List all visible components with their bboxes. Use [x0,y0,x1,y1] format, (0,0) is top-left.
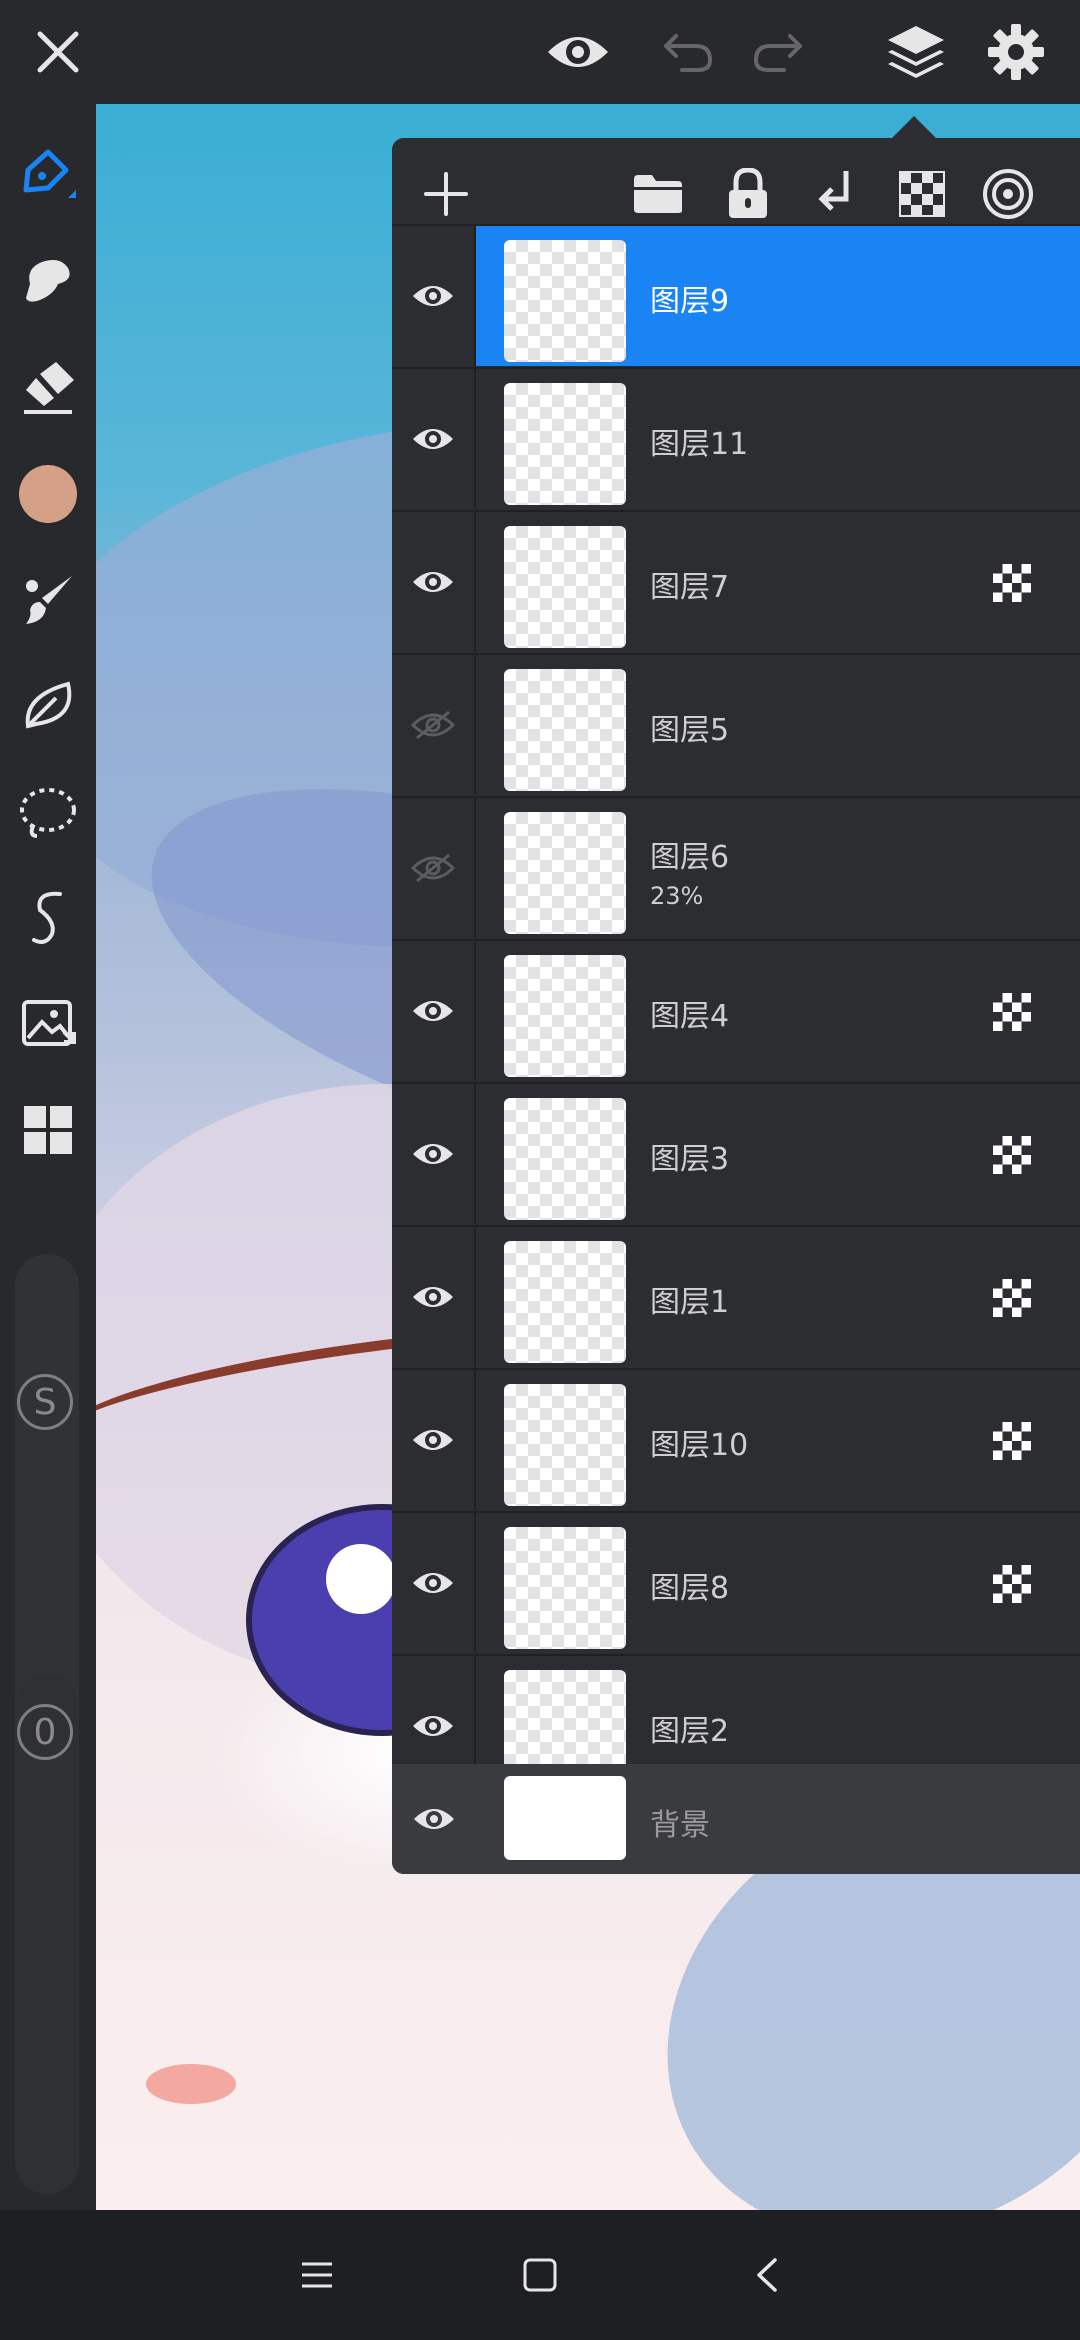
curve-icon[interactable] [14,884,82,952]
eye-icon[interactable] [392,941,476,1081]
layers-icon[interactable] [882,18,950,86]
eye-icon[interactable] [392,1227,476,1367]
eye-hidden-icon[interactable] [392,655,476,795]
clipping-mask-icon[interactable] [992,1564,1032,1604]
layer-thumbnail [504,1098,626,1220]
layer-thumbnail [504,1527,626,1649]
layer-thumbnail [504,1776,626,1860]
layer-row[interactable]: 图层5 [392,653,1080,795]
eye-icon[interactable] [392,369,476,509]
add-icon[interactable] [414,162,478,226]
layer-thumbnail [504,1241,626,1363]
system-navbar [0,2210,1080,2340]
eye-icon[interactable] [392,1370,476,1510]
target-icon[interactable] [976,162,1040,226]
layer-row-background[interactable]: 背景 [392,1764,1080,1874]
undo-icon[interactable] [654,18,722,86]
eye-icon[interactable] [392,1764,476,1874]
clipping-mask-icon[interactable] [992,1278,1032,1318]
layer-row[interactable]: 图层4 [392,939,1080,1081]
clipping-mask-icon[interactable] [992,563,1032,603]
clipping-mask-icon[interactable] [992,1135,1032,1175]
eye-icon[interactable] [392,1084,476,1224]
brush-icon[interactable] [14,566,82,634]
layer-row[interactable]: 图层7 [392,510,1080,652]
canvas-artwork [326,1544,396,1614]
leaf-icon[interactable] [14,672,82,740]
image-import-icon[interactable] [14,990,82,1058]
layer-row[interactable]: 图层8 [392,1511,1080,1653]
layer-name: 图层5 [650,713,730,748]
layer-row[interactable]: 图层9 [392,224,1080,366]
brush-size-label: S [17,1374,73,1430]
layer-row[interactable]: 图层6 23% [392,796,1080,938]
layer-thumbnail [504,383,626,505]
layer-name: 图层11 [650,427,749,462]
layer-thumbnail [504,240,626,362]
layer-row[interactable]: 图层11 [392,367,1080,509]
left-toolbar: S 0 [0,104,96,2210]
eye-icon[interactable] [392,512,476,652]
smudge-icon[interactable] [14,248,82,316]
checker-icon[interactable] [890,162,954,226]
layer-name: 图层3 [650,1142,730,1177]
clipping-mask-icon[interactable] [992,1421,1032,1461]
grid-icon[interactable] [14,1096,82,1164]
home-icon[interactable] [507,2242,573,2308]
layer-name: 图层4 [650,999,730,1034]
layer-thumbnail [504,812,626,934]
color-swatch[interactable] [14,460,82,528]
brush-size-slider[interactable] [15,1254,79,1744]
panel-caret [890,116,938,140]
menu-icon[interactable] [284,2242,350,2308]
eye-icon[interactable] [544,18,612,86]
eye-hidden-icon[interactable] [392,798,476,938]
layer-name: 图层10 [650,1428,749,1463]
layer-thumbnail [504,955,626,1077]
top-bar [0,0,1080,104]
layer-name: 图层9 [650,284,730,319]
layer-name: 图层2 [650,1714,730,1749]
clipping-mask-icon[interactable] [992,992,1032,1032]
layer-thumbnail [504,526,626,648]
settings-icon[interactable] [982,18,1050,86]
eye-icon[interactable] [392,226,476,366]
folder-icon[interactable] [626,162,690,226]
layer-name: 图层8 [650,1571,730,1606]
layer-name: 图层7 [650,570,730,605]
layer-thumbnail [504,1384,626,1506]
layer-row[interactable]: 图层10 [392,1368,1080,1510]
layer-name: 图层6 [650,840,730,875]
back-icon[interactable] [734,2242,800,2308]
layer-row[interactable]: 图层3 [392,1082,1080,1224]
lasso-icon[interactable] [14,778,82,846]
layer-panel: 图层9 图层11 图层7 图层5 图层6 23% 图层4 图层3 图层1 图层10 图层8 图层2 背… [392,138,1080,1874]
brush-opacity-label: 0 [17,1704,73,1760]
redo-icon[interactable] [744,18,812,86]
lock-icon[interactable] [716,162,780,226]
eye-icon[interactable] [392,1513,476,1653]
close-icon[interactable] [24,18,92,86]
layer-name: 图层1 [650,1285,730,1320]
canvas-artwork [146,2064,236,2104]
layer-name: 背景 [650,1808,710,1843]
merge-down-icon[interactable] [804,162,868,226]
layer-thumbnail [504,669,626,791]
layer-row[interactable]: 图层1 [392,1225,1080,1367]
layer-opacity: 23% [650,882,704,910]
pen-icon[interactable] [14,142,82,210]
eraser-icon[interactable] [14,354,82,422]
